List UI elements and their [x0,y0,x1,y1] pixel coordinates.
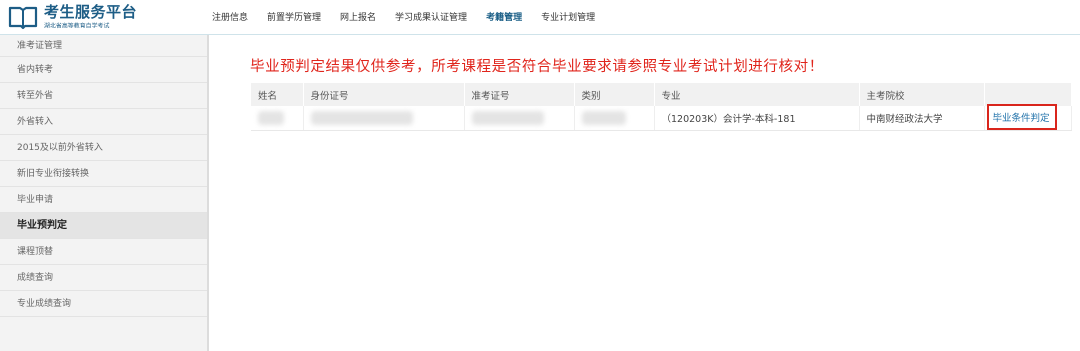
sidebar-item-graduation-apply[interactable]: 毕业申请 [0,187,207,213]
nav-online-registration[interactable]: 网上报名 [340,10,376,23]
redacted-category [581,111,626,125]
notice-text: 毕业预判定结果仅供参考，所考课程是否符合毕业要求请参照专业考试计划进行核对！ [250,59,824,75]
graduation-judge-link[interactable]: 毕业条件判定 [986,103,1057,130]
site-logo[interactable]: 考生服务平台 湖北省高等教育自学考试 [8,3,137,31]
cell-name [251,106,304,131]
cell-id-number [303,106,465,131]
sidebar-item-graduation-prejudge[interactable]: 毕业预判定 [0,213,207,239]
sidebar: 准考证管理 省内转考 转至外省 外省转入 2015及以前外省转入 新旧专业衔接转… [0,35,209,351]
sidebar-item-admission-ticket[interactable]: 准考证管理 [0,35,207,57]
col-header-id-number: 身份证号 [303,83,465,106]
col-header-major: 专业 [654,83,860,106]
top-header: 考生服务平台 湖北省高等教育自学考试 注册信息 前置学历管理 网上报名 学习成果… [0,0,1080,35]
cell-major: （120203K）会计学-本科-181 [654,106,860,131]
sidebar-item-course-substitution[interactable]: 课程顶替 [0,239,207,265]
sidebar-item-transfer-in[interactable]: 外省转入 [0,109,207,135]
sidebar-item-transfer-out[interactable]: 转至外省 [0,83,207,109]
table-row: （120203K）会计学-本科-181 中南财经政法大学 毕业条件判定 [251,103,1072,131]
sidebar-item-legacy-transfer-in[interactable]: 2015及以前外省转入 [0,135,207,161]
logo-subtitle: 湖北省高等教育自学考试 [44,21,110,29]
nav-major-plan[interactable]: 专业计划管理 [541,10,595,23]
nav-prior-education[interactable]: 前置学历管理 [267,10,321,23]
sidebar-item-major-conversion[interactable]: 新旧专业衔接转换 [0,161,207,187]
logo-title: 考生服务平台 [44,2,138,21]
col-header-category: 类别 [574,83,655,106]
col-header-name: 姓名 [251,83,304,106]
redacted-id-number [310,111,413,125]
nav-learning-certification[interactable]: 学习成果认证管理 [395,10,467,23]
col-header-exam-number: 准考证号 [464,83,575,106]
result-table: 姓名 身份证号 准考证号 类别 专业 主考院校 （120203K）会计学-本科-… [251,83,1072,131]
sidebar-item-score-query[interactable]: 成绩查询 [0,265,207,291]
top-nav: 注册信息 前置学历管理 网上报名 学习成果认证管理 考籍管理 专业计划管理 [212,0,614,34]
table-header-row: 姓名 身份证号 准考证号 类别 专业 主考院校 [251,83,1072,106]
sidebar-item-in-province-transfer[interactable]: 省内转考 [0,57,207,83]
cell-school: 中南财经政法大学 [859,106,985,131]
redacted-name [258,111,284,125]
col-header-school: 主考院校 [859,83,985,106]
nav-register-info[interactable]: 注册信息 [212,10,248,23]
cell-category [574,106,655,131]
open-book-icon [8,6,38,30]
cell-exam-number [464,106,575,131]
cell-action: 毕业条件判定 [984,103,1072,131]
nav-enrollment-management[interactable]: 考籍管理 [486,10,522,23]
sidebar-item-major-score-query[interactable]: 专业成绩查询 [0,291,207,317]
main-content: 毕业预判定结果仅供参考，所考课程是否符合毕业要求请参照专业考试计划进行核对！ 姓… [209,35,1080,351]
redacted-exam-number [471,111,544,125]
